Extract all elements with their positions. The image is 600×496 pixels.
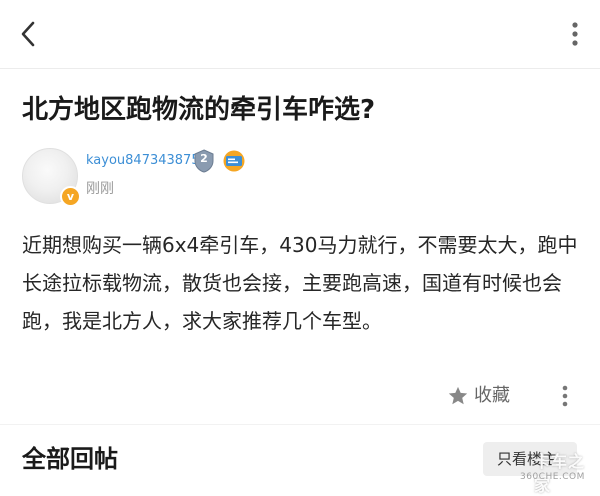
chevron-left-icon — [21, 21, 35, 47]
author-username[interactable]: kayou847343875 — [86, 153, 200, 168]
post-content: 近期想购买一辆6x4牵引车，430马力就行，不需要太大，跑中长途拉标载物流，散货… — [22, 233, 578, 333]
section-divider — [0, 424, 600, 425]
post-time: 刚刚 — [86, 181, 114, 197]
post-title: 北方地区跑物流的牵引车咋选? — [22, 95, 376, 125]
author-only-filter-button[interactable]: 只看楼主 — [483, 442, 577, 476]
star-icon — [448, 386, 468, 405]
author-avatar[interactable]: v — [22, 148, 81, 207]
header-divider — [0, 68, 600, 69]
card-icon — [223, 150, 245, 172]
verified-badge: v — [60, 186, 81, 207]
level-number: 2 — [200, 152, 208, 165]
more-options-button[interactable] — [568, 17, 582, 51]
more-vertical-icon — [572, 22, 578, 46]
member-card-badge — [222, 150, 246, 172]
favorite-label: 收藏 — [474, 385, 510, 406]
level-badge: 2 — [193, 149, 215, 173]
top-bar — [0, 0, 600, 68]
post-more-button[interactable] — [559, 382, 571, 410]
more-vertical-icon — [562, 385, 568, 407]
replies-section-title: 全部回帖 — [22, 445, 118, 473]
back-button[interactable] — [14, 16, 44, 52]
